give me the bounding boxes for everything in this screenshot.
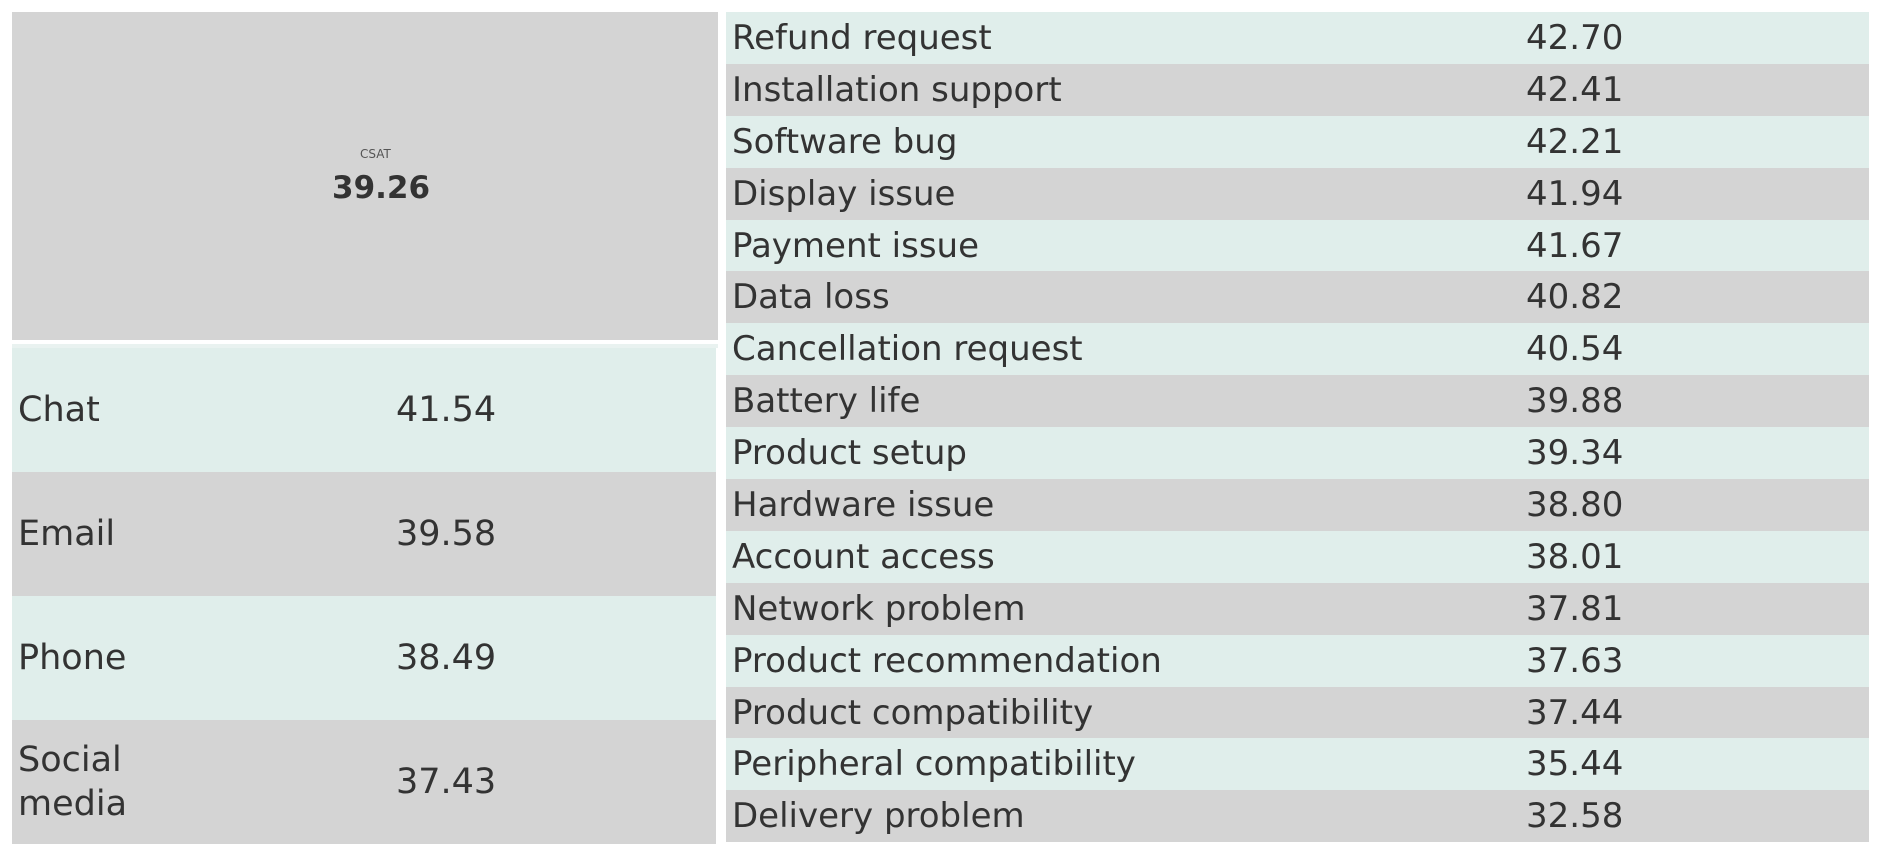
- table-row[interactable]: Battery life 39.88: [726, 375, 1869, 428]
- csat-kpi-label: CSAT: [360, 147, 391, 161]
- issue-csat-value: 39.88: [1526, 381, 1624, 422]
- issue-name: Cancellation request: [732, 329, 1083, 370]
- issue-name: Data loss: [732, 277, 890, 318]
- issue-csat-value: 37.63: [1526, 640, 1624, 681]
- table-row[interactable]: Social media 37.43: [12, 720, 716, 844]
- table-row[interactable]: Hardware issue 38.80: [726, 479, 1869, 531]
- issue-name: Software bug: [732, 121, 958, 162]
- dashboard: CSAT 39.26 Chat 41.54 Email 39.58 Phone …: [0, 0, 1881, 854]
- table-row[interactable]: Refund request 42.70: [726, 12, 1869, 64]
- issue-name: Hardware issue: [732, 485, 995, 526]
- issue-csat-value: 37.81: [1526, 588, 1624, 629]
- issue-name: Display issue: [732, 173, 956, 214]
- table-row[interactable]: Account access 38.01: [726, 530, 1869, 583]
- issue-csat-value: 40.54: [1526, 329, 1624, 370]
- issue-csat-value: 40.82: [1526, 277, 1624, 318]
- issue-name: Refund request: [732, 18, 992, 58]
- issue-csat-value: 41.94: [1526, 173, 1624, 214]
- table-row[interactable]: Software bug 42.21: [726, 115, 1869, 168]
- issue-csat-value: 38.80: [1526, 485, 1624, 526]
- channel-csat-value: 41.54: [396, 390, 497, 430]
- channel-name: Chat: [18, 390, 100, 430]
- issue-csat-value: 37.44: [1526, 692, 1624, 733]
- table-row[interactable]: Installation support 42.41: [726, 63, 1869, 116]
- issue-name: Payment issue: [732, 225, 979, 266]
- issue-csat-value: 41.67: [1526, 225, 1624, 266]
- table-row[interactable]: Product setup 39.34: [726, 427, 1869, 480]
- table-row[interactable]: Cancellation request 40.54: [726, 323, 1869, 376]
- csat-kpi-value: 39.26: [332, 170, 431, 206]
- table-row[interactable]: Phone 38.49: [12, 596, 716, 720]
- table-row[interactable]: Chat 41.54: [12, 348, 716, 472]
- issue-type-table: Refund request 42.70 Installation suppor…: [726, 12, 1869, 843]
- issue-csat-value: 42.41: [1526, 69, 1624, 110]
- table-row[interactable]: Data loss 40.82: [726, 271, 1869, 324]
- issue-name: Battery life: [732, 381, 921, 422]
- channel-name: Phone: [18, 638, 127, 678]
- issue-name: Product setup: [732, 433, 967, 474]
- issue-csat-value: 39.34: [1526, 433, 1624, 474]
- issue-csat-value: 32.58: [1526, 796, 1624, 837]
- csat-kpi-tile[interactable]: CSAT 39.26: [12, 12, 718, 340]
- issue-csat-value: 42.21: [1526, 121, 1624, 162]
- channel-csat-value: 39.58: [396, 514, 497, 554]
- issue-name: Product recommendation: [732, 640, 1162, 681]
- issue-csat-value: 42.70: [1526, 18, 1624, 58]
- table-row[interactable]: Display issue 41.94: [726, 167, 1869, 220]
- issue-name: Installation support: [732, 69, 1062, 110]
- issue-csat-value: 35.44: [1526, 744, 1624, 785]
- channel-name: Social media: [18, 740, 128, 824]
- table-row[interactable]: Delivery problem 32.58: [726, 790, 1869, 843]
- issue-name: Product compatibility: [732, 692, 1094, 733]
- table-row[interactable]: Email 39.58: [12, 472, 716, 596]
- channel-table: Chat 41.54 Email 39.58 Phone 38.49 Socia…: [12, 348, 716, 844]
- table-row[interactable]: Network problem 37.81: [726, 582, 1869, 635]
- issue-csat-value: 38.01: [1526, 536, 1624, 577]
- channel-name: Email: [18, 514, 116, 554]
- table-row[interactable]: Product recommendation 37.63: [726, 634, 1869, 687]
- issue-name: Delivery problem: [732, 796, 1025, 837]
- table-row[interactable]: Peripheral compatibility 35.44: [726, 738, 1869, 791]
- channel-csat-value: 37.43: [396, 762, 497, 802]
- issue-name: Network problem: [732, 588, 1026, 629]
- issue-name: Peripheral compatibility: [732, 744, 1136, 785]
- table-row[interactable]: Product compatibility 37.44: [726, 686, 1869, 739]
- table-row[interactable]: Payment issue 41.67: [726, 219, 1869, 272]
- issue-name: Account access: [732, 536, 995, 577]
- channel-csat-value: 38.49: [396, 638, 497, 678]
